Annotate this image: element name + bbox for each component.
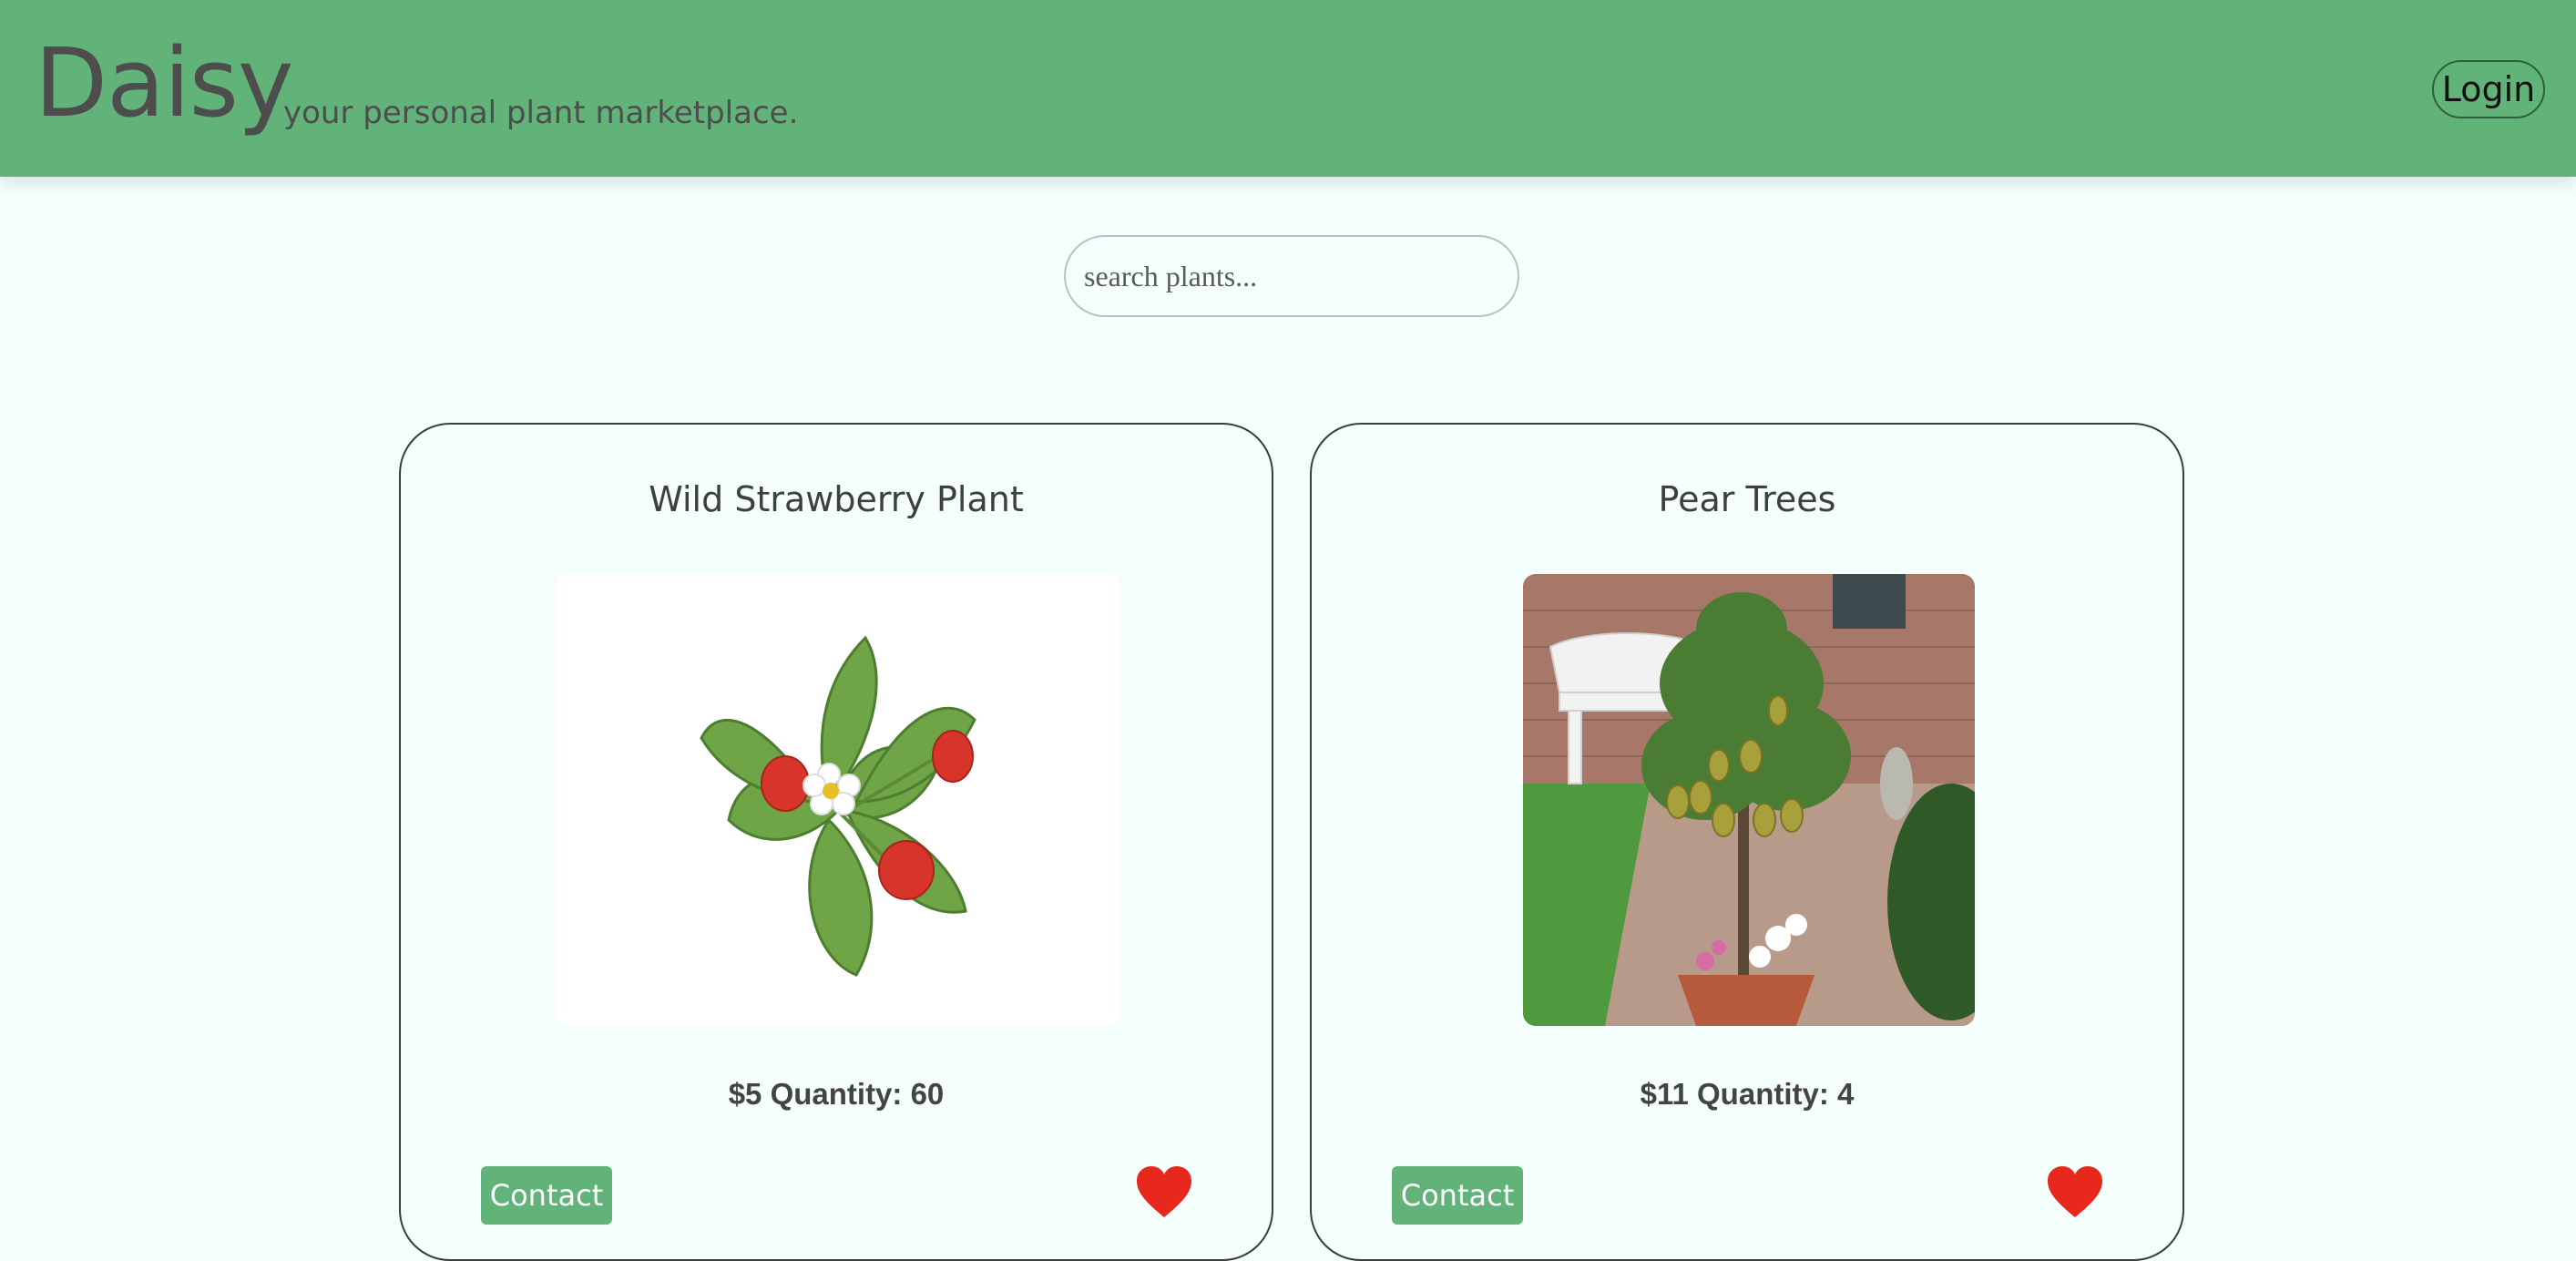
tagline: your personal plant marketplace. [283, 95, 799, 131]
contact-button[interactable]: Contact [481, 1166, 612, 1225]
listing-image [556, 574, 1120, 1026]
search-input[interactable] [1064, 235, 1519, 317]
contact-button[interactable]: Contact [1392, 1166, 1523, 1225]
strawberry-plant-image [556, 574, 1120, 1026]
heart-icon[interactable] [1135, 1164, 1193, 1219]
brand-logo[interactable]: Daisy [35, 27, 293, 138]
listing-price-quantity: $11 Quantity: 4 [1640, 1077, 1855, 1111]
listing-card: Pear Trees $11 Quantity: 4 Contact [1310, 423, 2184, 1261]
pear-tree-image [1523, 574, 1975, 1026]
listing-title: Wild Strawberry Plant [649, 479, 1024, 519]
login-button[interactable]: Login [2432, 60, 2545, 118]
heart-icon[interactable] [2046, 1164, 2104, 1219]
listing-price-quantity: $5 Quantity: 60 [728, 1077, 945, 1111]
listing-image [1523, 574, 1975, 1026]
listing-card: Wild Strawberry Plant $5 Quantity: 60 Co… [399, 423, 1273, 1261]
site-header: Daisy your personal plant marketplace. L… [0, 0, 2576, 177]
listing-title: Pear Trees [1658, 479, 1836, 519]
